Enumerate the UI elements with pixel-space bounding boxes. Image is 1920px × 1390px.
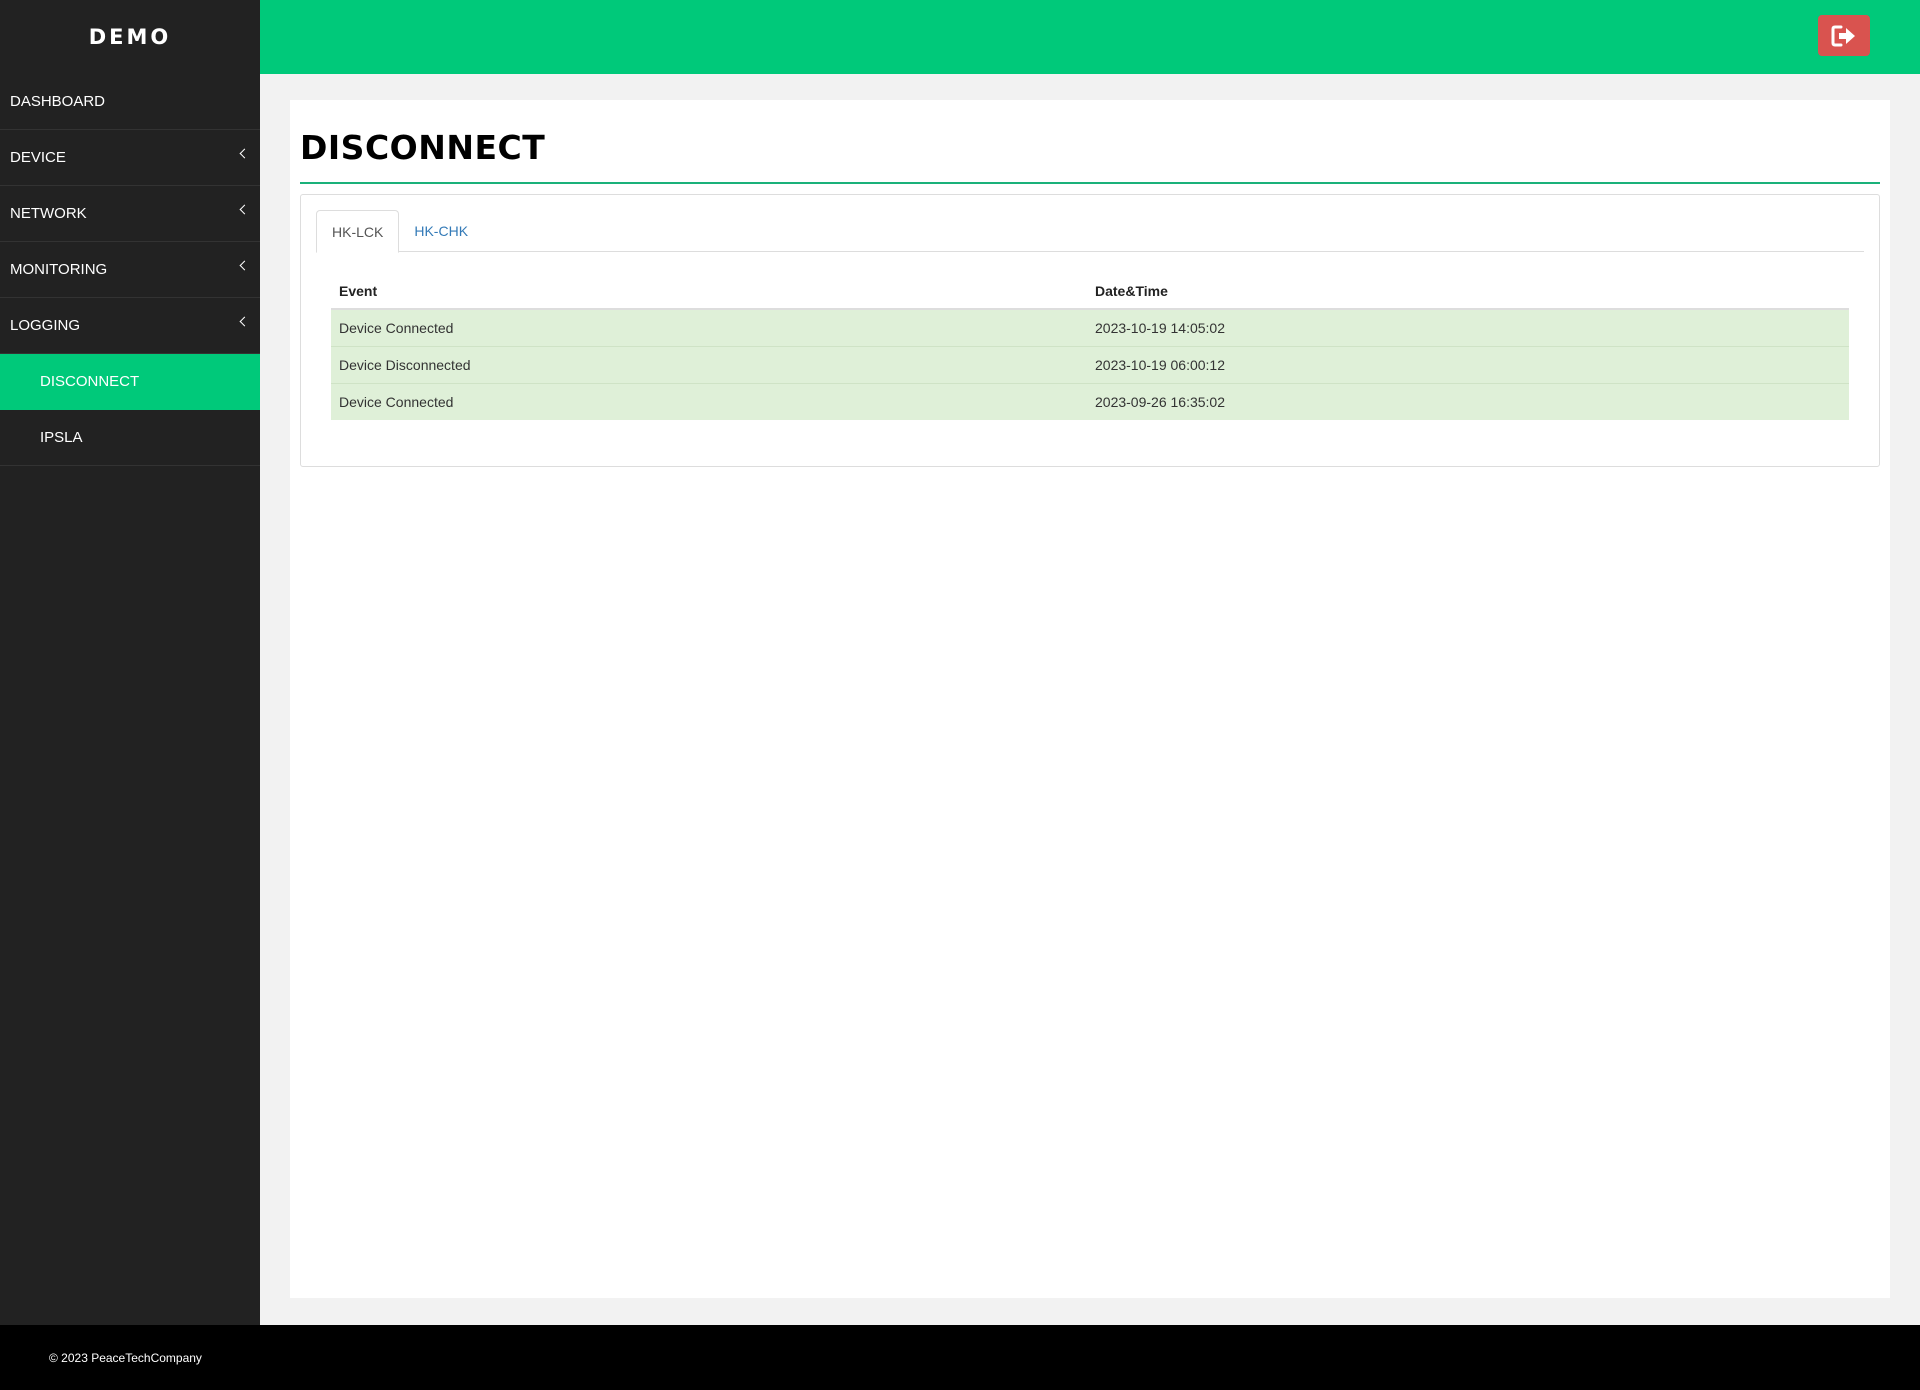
column-header-datetime[interactable]: Date&Time <box>1087 273 1849 310</box>
brand-title[interactable]: DEMO <box>0 0 260 74</box>
sidebar-subitem-label: IPSLA <box>40 429 83 446</box>
event-cell: Device Disconnected <box>331 345 1087 383</box>
sidebar-item-network[interactable]: NETWORK <box>0 186 260 242</box>
table-row: Device Connected 2023-10-19 14:05:02 <box>331 308 1849 346</box>
tab-bar: HK-LCK HK-CHK <box>316 210 1864 253</box>
chevron-left-icon <box>239 204 250 215</box>
sidebar-item-label: DASHBOARD <box>10 93 106 110</box>
tab-hk-chk[interactable]: HK-CHK <box>399 210 483 252</box>
sidebar-subitem-label: DISCONNECT <box>40 373 140 390</box>
event-cell: Device Connected <box>331 382 1087 420</box>
datetime-cell: 2023-10-19 14:05:02 <box>1087 308 1849 346</box>
footer: © 2023 PeaceTechCompany <box>0 1325 1920 1390</box>
page-title: DISCONNECT <box>300 128 546 167</box>
sidebar-item-monitoring[interactable]: MONITORING <box>0 242 260 298</box>
datetime-cell: 2023-10-19 06:00:12 <box>1087 345 1849 383</box>
event-table: Event Date&Time Device Connected 2023-10… <box>331 273 1849 420</box>
sidebar-item-logging[interactable]: LOGGING <box>0 298 260 354</box>
datetime-cell: 2023-09-26 16:35:02 <box>1087 382 1849 420</box>
chevron-left-icon <box>239 260 250 271</box>
sign-out-icon <box>1831 25 1855 46</box>
sidebar-item-dashboard[interactable]: DASHBOARD <box>0 74 260 130</box>
table-row: Device Disconnected 2023-10-19 06:00:12 <box>331 345 1849 383</box>
sidebar-item-label: LOGGING <box>10 317 81 334</box>
chevron-left-icon <box>239 148 250 159</box>
sidebar-subitem-ipsla[interactable]: IPSLA <box>0 410 260 466</box>
sidebar-item-label: NETWORK <box>10 205 87 222</box>
top-header <box>260 0 1920 74</box>
title-divider <box>300 182 1880 184</box>
sidebar-subitem-disconnect[interactable]: DISCONNECT <box>0 354 260 410</box>
content-panel: DISCONNECT HK-LCK HK-CHK Event Date&Time… <box>290 100 1890 1298</box>
tab-hk-lck[interactable]: HK-LCK <box>316 210 400 253</box>
sidebar-item-label: DEVICE <box>10 149 66 166</box>
logout-button[interactable] <box>1818 15 1870 56</box>
sidebar-item-device[interactable]: DEVICE <box>0 130 260 186</box>
sidebar: DEMO DASHBOARD DEVICE NETWORK MONITORING… <box>0 0 260 1325</box>
chevron-left-icon <box>239 316 250 327</box>
column-header-event[interactable]: Event <box>331 273 1087 310</box>
copyright-text: © 2023 PeaceTechCompany <box>49 1350 202 1365</box>
event-cell: Device Connected <box>331 308 1087 346</box>
sidebar-item-label: MONITORING <box>10 261 108 278</box>
tab-container: HK-LCK HK-CHK Event Date&Time Device Con… <box>300 194 1880 467</box>
table-row: Device Connected 2023-09-26 16:35:02 <box>331 382 1849 420</box>
table-header-row: Event Date&Time <box>331 273 1849 310</box>
